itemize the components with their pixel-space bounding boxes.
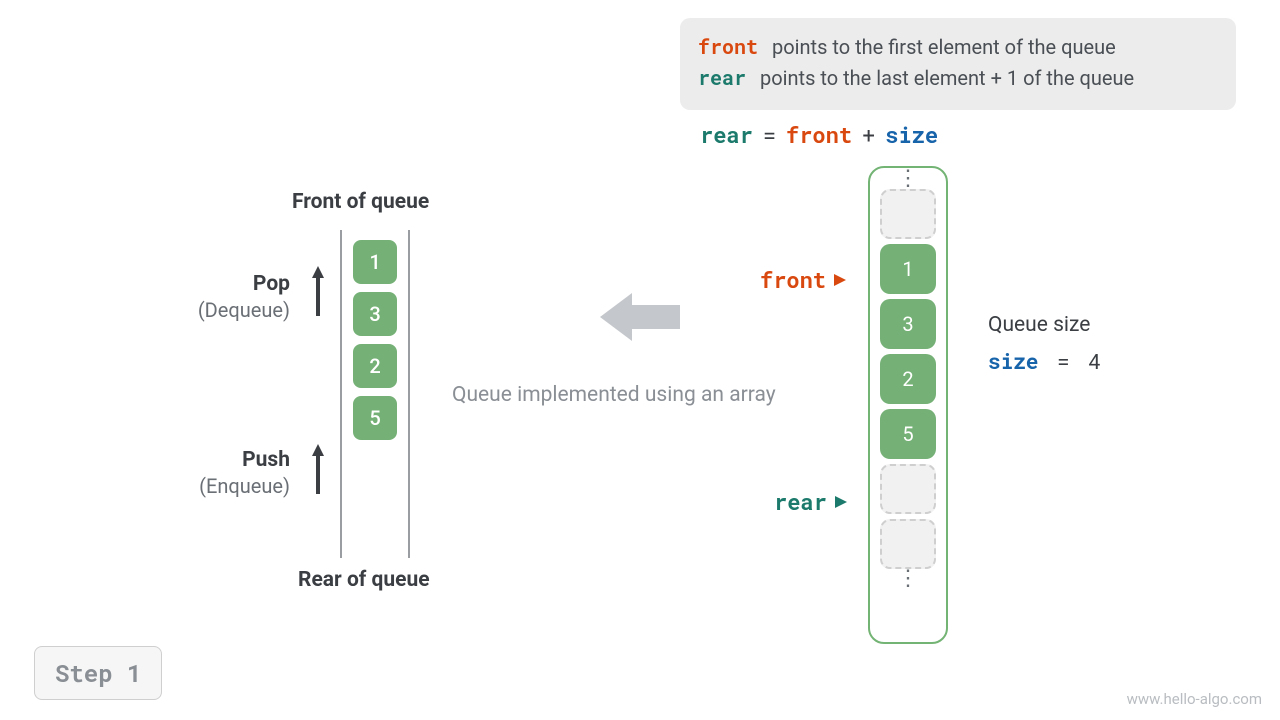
array-slot-empty [880,464,936,514]
front-pointer: front [760,265,846,294]
rear-pointer: rear [774,487,847,516]
size-value: 4 [1088,347,1101,375]
size-keyword: size [988,347,1038,375]
front-description: points to the first element of the queue [772,32,1116,63]
array-slot-empty [880,189,936,239]
front-pointer-label: front [760,265,826,294]
queue-cell: 1 [353,240,397,284]
queue-cell: 3 [353,292,397,336]
eq-plus: + [862,120,875,149]
array-slot: 2 [880,354,936,404]
triangle-right-icon [834,274,846,286]
vertical-ellipsis-icon: ⋮ [897,174,919,184]
watermark: www.hello-algo.com [1127,690,1262,708]
push-op: Push (Enqueue) [160,448,290,498]
queue-cell: 5 [353,396,397,440]
rear-description: points to the last element + 1 of the qu… [760,63,1134,94]
size-equals: = [1057,347,1070,375]
queue-size-label: Queue size [988,310,1101,342]
rear-keyword: rear [698,63,746,94]
arrow-up-icon [309,442,327,496]
queue-cell: 2 [353,344,397,388]
triangle-right-icon [835,496,847,508]
front-keyword: front [698,32,758,63]
array-container: ⋮ 1 3 2 5 ⋮ [868,166,948,644]
equation: rear = front + size [700,120,938,149]
queue-size-block: Queue size size = 4 [988,310,1101,377]
queue-rails: 1 3 2 5 [340,230,410,558]
eq-front: front [786,120,852,149]
pop-sub: (Dequeue) [160,298,290,322]
arrow-left-icon [600,287,680,347]
rear-of-queue-label: Rear of queue [298,568,430,592]
array-slot: 5 [880,409,936,459]
rear-pointer-label: rear [774,487,827,516]
definitions-box: front points to the first element of the… [680,18,1236,110]
eq-equals: = [763,120,776,149]
caption: Queue implemented using an array [452,383,776,407]
step-badge: Step 1 [34,646,162,700]
push-title: Push [160,448,290,472]
push-sub: (Enqueue) [160,474,290,498]
eq-rear: rear [700,120,753,149]
vertical-ellipsis-icon: ⋮ [897,574,919,584]
array-slot: 3 [880,299,936,349]
array-slot: 1 [880,244,936,294]
pop-op: Pop (Dequeue) [160,272,290,322]
eq-size: size [885,120,938,149]
array-slot-empty [880,519,936,569]
arrow-up-icon [309,264,327,318]
pop-title: Pop [160,272,290,296]
front-of-queue-label: Front of queue [292,190,429,214]
